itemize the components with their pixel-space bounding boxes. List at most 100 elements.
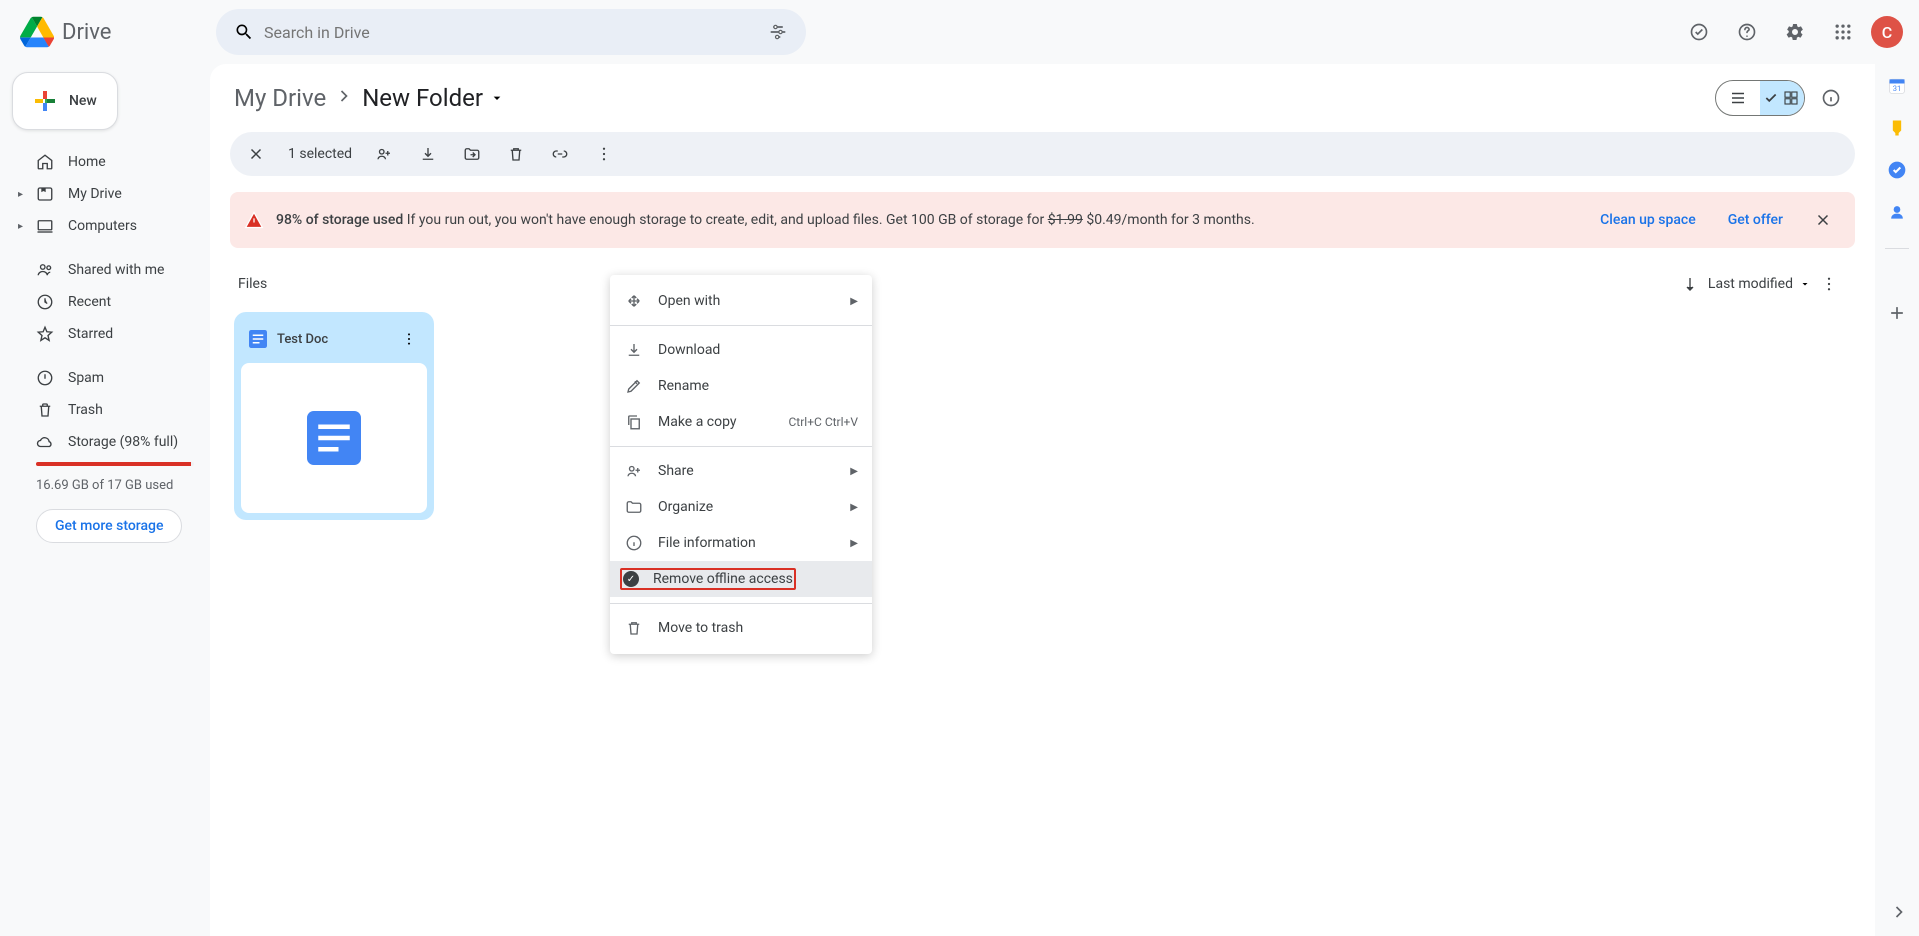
people-icon (36, 261, 54, 279)
ctx-open-with[interactable]: Open with ▶ (610, 283, 872, 319)
share-button[interactable] (366, 136, 402, 172)
submenu-arrow-icon: ▶ (850, 502, 858, 513)
nav-trash[interactable]: Trash (12, 394, 210, 426)
submenu-arrow-icon: ▶ (850, 538, 858, 549)
delete-button[interactable] (498, 136, 534, 172)
file-more-button[interactable] (395, 325, 423, 353)
ctx-trash[interactable]: Move to trash (610, 610, 872, 646)
offline-icon: ✓ (623, 571, 639, 587)
search-icon[interactable] (224, 12, 264, 52)
move-button[interactable] (454, 136, 490, 172)
home-icon (36, 153, 54, 171)
view-toggle (1715, 80, 1805, 116)
ctx-download[interactable]: Download (610, 332, 872, 368)
nav-shared[interactable]: Shared with me (12, 254, 210, 286)
more-button[interactable] (586, 136, 622, 172)
breadcrumb: My Drive New Folder (222, 72, 1863, 124)
info-icon (624, 533, 644, 553)
hide-panel-button[interactable] (1889, 902, 1909, 926)
submenu-arrow-icon: ▶ (850, 296, 858, 307)
star-icon (36, 325, 54, 343)
ctx-file-info[interactable]: File information ▶ (610, 525, 872, 561)
header-actions: C (1679, 12, 1911, 52)
share-icon (624, 461, 644, 481)
nav-home[interactable]: Home (12, 146, 210, 178)
header: Drive (0, 0, 1919, 64)
brand-name: Drive (62, 20, 111, 45)
storage-warning-banner: 98% of storage used If you run out, you … (230, 192, 1855, 248)
settings-icon[interactable] (1775, 12, 1815, 52)
file-name: Test Doc (277, 332, 385, 347)
files-more-button[interactable] (1811, 266, 1847, 302)
download-icon (624, 340, 644, 360)
search-input[interactable] (264, 23, 758, 42)
side-panel: 31 (1875, 64, 1919, 936)
ctx-make-copy[interactable]: Make a copy Ctrl+C Ctrl+V (610, 404, 872, 440)
brand-logo[interactable]: Drive (8, 15, 208, 49)
main-content: My Drive New Folder (210, 64, 1875, 936)
cloud-icon (36, 433, 54, 451)
get-storage-button[interactable]: Get more storage (36, 509, 182, 543)
clear-selection-button[interactable] (238, 136, 274, 172)
drive-icon (36, 185, 54, 203)
nav-spam[interactable]: Spam (12, 362, 210, 394)
download-button[interactable] (410, 136, 446, 172)
calendar-icon[interactable]: 31 (1887, 76, 1907, 96)
sort-dropdown[interactable]: Last modified (1708, 276, 1811, 292)
warning-icon (244, 210, 264, 230)
list-view-button[interactable] (1716, 81, 1760, 115)
expand-caret-icon[interactable]: ▸ (18, 189, 23, 200)
computer-icon (36, 217, 54, 235)
open-with-icon (624, 291, 644, 311)
ctx-rename[interactable]: Rename (610, 368, 872, 404)
docs-large-icon (307, 411, 361, 465)
link-button[interactable] (542, 136, 578, 172)
offline-ready-icon[interactable] (1679, 12, 1719, 52)
sort-direction-button[interactable] (1672, 266, 1708, 302)
file-card[interactable]: Test Doc (234, 312, 434, 520)
breadcrumb-current[interactable]: New Folder (362, 84, 505, 112)
selection-count: 1 selected (282, 146, 358, 162)
ctx-share[interactable]: Share ▶ (610, 453, 872, 489)
check-icon (1764, 91, 1778, 105)
docs-icon (249, 330, 267, 348)
dropdown-caret-icon (489, 90, 505, 106)
banner-text: 98% of storage used If you run out, you … (276, 212, 1578, 228)
chevron-right-icon (334, 86, 354, 110)
help-icon[interactable] (1727, 12, 1767, 52)
apps-icon[interactable] (1823, 12, 1863, 52)
drive-logo-icon (20, 15, 54, 49)
banner-close-button[interactable] (1805, 202, 1841, 238)
ctx-offline-access[interactable]: ✓ Remove offline access (610, 561, 872, 597)
get-offer-button[interactable]: Get offer (1718, 212, 1793, 228)
keep-icon[interactable] (1887, 118, 1907, 138)
nav-my-drive[interactable]: ▸ My Drive (12, 178, 210, 210)
nav-starred[interactable]: Starred (12, 318, 210, 350)
ctx-organize[interactable]: Organize ▶ (610, 489, 872, 525)
new-button[interactable]: New (12, 72, 118, 130)
clock-icon (36, 293, 54, 311)
contacts-icon[interactable] (1887, 202, 1907, 222)
new-button-label: New (69, 93, 97, 109)
files-label: Files (238, 276, 267, 292)
files-header: Files Last modified (222, 256, 1863, 312)
tasks-icon[interactable] (1887, 160, 1907, 180)
context-menu: Open with ▶ Download Rename Make a copy … (610, 275, 872, 654)
file-preview (241, 363, 427, 513)
account-avatar[interactable]: C (1871, 16, 1903, 48)
add-addon-button[interactable] (1877, 293, 1917, 333)
info-button[interactable] (1811, 78, 1851, 118)
search-bar[interactable] (216, 9, 806, 55)
nav-storage[interactable]: Storage (98% full) (12, 426, 210, 458)
expand-caret-icon[interactable]: ▸ (18, 221, 23, 232)
nav-recent[interactable]: Recent (12, 286, 210, 318)
trash-icon (624, 618, 644, 638)
search-filters-icon[interactable] (758, 12, 798, 52)
sidebar: New Home ▸ My Drive ▸ Computers (0, 64, 210, 936)
grid-view-button[interactable] (1760, 81, 1804, 115)
plus-icon (33, 89, 57, 113)
svg-text:31: 31 (1893, 84, 1901, 93)
cleanup-button[interactable]: Clean up space (1590, 212, 1706, 228)
nav-computers[interactable]: ▸ Computers (12, 210, 210, 242)
breadcrumb-parent[interactable]: My Drive (234, 84, 326, 112)
